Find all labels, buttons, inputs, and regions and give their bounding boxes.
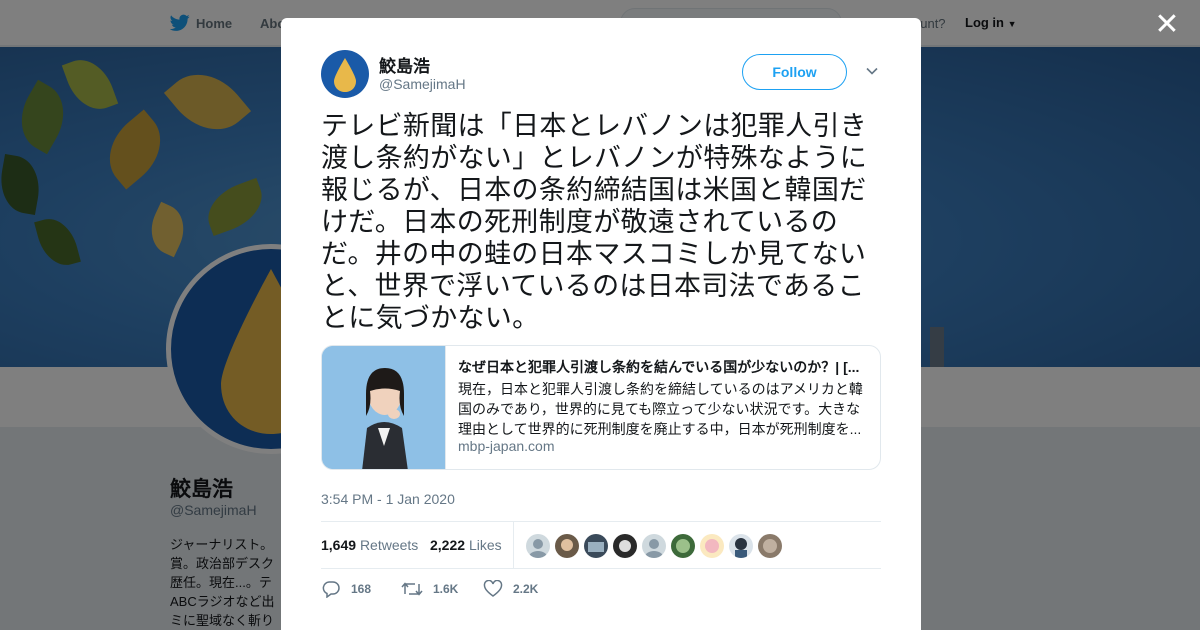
liker-avatar[interactable] [584,534,608,558]
retweets-count: 1,649 [321,537,357,553]
stats-divider [513,522,514,569]
liker-avatar[interactable] [671,534,695,558]
card-description: 現在，日本と犯罪人引渡し条約を締結しているのはアメリカと韓国のみであり，世界的に… [458,381,863,437]
liker-avatar[interactable] [642,534,666,558]
liker-avatar[interactable] [555,534,579,558]
retweets-label: Retweets [359,537,419,553]
card-domain: mbp-japan.com [458,438,555,454]
author-handle[interactable]: @SamejimaH [379,76,466,92]
retweet-button[interactable]: 1.6K [401,580,458,598]
heart-icon [483,580,503,597]
reply-count: 168 [351,582,372,596]
liker-avatar[interactable] [758,534,782,558]
card-title: なぜ日本と犯罪人引渡し条約を結んでいる国が少ないのか？| [... [458,359,860,375]
avatar[interactable] [321,50,369,98]
like-count: 2.2K [513,582,539,596]
close-icon[interactable]: ✕ [1152,10,1182,40]
follow-button[interactable]: Follow [742,54,847,90]
liker-avatar[interactable] [729,534,753,558]
liker-avatar[interactable] [613,534,637,558]
retweets-stat[interactable]: 1,649 Retweets [321,537,418,553]
retweet-count: 1.6K [433,582,459,596]
tweet-timestamp[interactable]: 3:54 PM - 1 Jan 2020 [321,491,455,507]
tweet-stats: 1,649 Retweets 2,222 Likes [321,521,881,569]
link-card[interactable]: なぜ日本と犯罪人引渡し条約を結んでいる国が少ないのか？| [... 現在，日本と… [321,345,881,470]
liker-avatar[interactable] [700,534,724,558]
tweet-modal: 鮫島浩 @SamejimaH Follow テレビ新聞は「日本とレバノンは犯罪人… [281,18,921,630]
likes-count: 2,222 [430,537,466,553]
card-thumbnail [322,346,446,469]
likes-stat[interactable]: 2,222 Likes [430,537,502,553]
chevron-down-icon[interactable] [865,64,879,78]
tweet-text: テレビ新聞は「日本とレバノンは犯罪人引き渡し条約がない」とレバノンが特殊なように… [321,111,867,333]
author-name[interactable]: 鮫島浩 [379,52,430,77]
reply-button[interactable]: 168 [321,580,371,598]
retweet-icon [401,582,423,596]
liker-avatar[interactable] [526,534,550,558]
tweet-actions: 168 1.6K 2.2K [321,580,881,604]
likes-label: Likes [468,537,502,553]
reply-icon [322,581,340,598]
like-button[interactable]: 2.2K [483,580,538,598]
